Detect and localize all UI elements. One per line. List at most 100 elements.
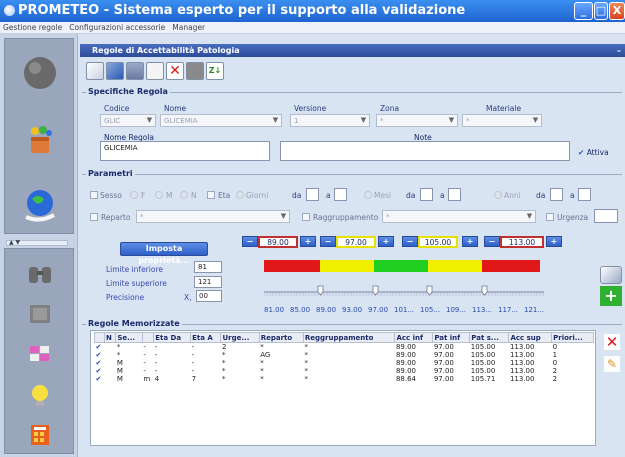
column-header[interactable]: Pat inf	[432, 332, 471, 343]
menu-manager[interactable]: Manager	[169, 22, 209, 32]
column-header[interactable]	[141, 332, 155, 343]
minimize-button[interactable]: _	[574, 2, 593, 20]
giorni-a-input[interactable]	[334, 188, 347, 201]
precisione-input[interactable]: 00	[196, 290, 222, 302]
anni-radio[interactable]	[494, 191, 502, 199]
table-cell: *	[260, 367, 264, 375]
maximize-button[interactable]: □	[594, 2, 608, 20]
table-row[interactable]: ✔ * - - -2 * * 89.00 97.00 105.00 113.00 0	[95, 343, 594, 351]
column-header[interactable]: Reggruppamento	[302, 332, 396, 343]
zona-select[interactable]: * ▼	[376, 114, 458, 127]
urgenza-input[interactable]	[594, 209, 618, 223]
nav-separator[interactable]: ▲ ▼	[6, 240, 68, 246]
imposta-proprieta-button[interactable]: Imposta proprietà...	[120, 242, 208, 265]
threshold3-plus[interactable]: +	[462, 236, 478, 247]
sesso-n-radio[interactable]	[180, 191, 188, 199]
row-checkbox[interactable]: ✔	[95, 343, 105, 351]
table-cell: 113.00	[509, 343, 535, 351]
people-folder-icon[interactable]	[5, 123, 75, 159]
table-icon[interactable]	[126, 62, 144, 80]
mesi-da-input[interactable]	[420, 188, 433, 201]
lightbulb-icon[interactable]	[5, 383, 75, 411]
specifiche-title: Specifiche Regola	[86, 87, 170, 96]
document-icon[interactable]	[146, 62, 164, 80]
threshold4-plus[interactable]: +	[546, 236, 562, 247]
sesso-m-radio[interactable]	[155, 191, 163, 199]
threshold3-minus[interactable]: −	[402, 236, 418, 247]
threshold4-minus[interactable]: −	[484, 236, 500, 247]
close-button[interactable]: X	[609, 2, 625, 20]
versione-select[interactable]: 1 ▼	[290, 114, 370, 127]
limite-superiore-input[interactable]: 121	[194, 276, 222, 288]
threshold-slider[interactable]	[264, 284, 544, 298]
column-header[interactable]: Eta Da	[153, 332, 192, 343]
threshold1-minus[interactable]: −	[242, 236, 258, 247]
raggruppamento-select[interactable]: * ▼	[382, 210, 536, 223]
edit-rule-icon[interactable]: ✎	[604, 356, 620, 372]
sesso-checkbox[interactable]	[90, 191, 98, 199]
row-checkbox[interactable]: ✔	[95, 351, 105, 359]
column-header[interactable]: N	[103, 332, 117, 343]
sesso-f-radio[interactable]	[130, 191, 138, 199]
table-cell: *	[260, 359, 264, 367]
column-header[interactable]: Se...	[115, 332, 143, 343]
attiva-checkbox[interactable]: ✔ Attiva	[578, 148, 609, 157]
book-icon[interactable]	[186, 62, 204, 80]
threshold1-value[interactable]: 89.00	[258, 236, 298, 248]
column-header[interactable]: Priori...	[551, 332, 594, 343]
column-header[interactable]: Eta A	[190, 332, 222, 343]
menu-gestione-regole[interactable]: Gestione regole	[0, 22, 66, 32]
codice-select[interactable]: GLIC ▼	[100, 114, 156, 127]
binoculars-icon[interactable]	[5, 263, 75, 287]
mesi-radio[interactable]	[364, 191, 372, 199]
add-icon[interactable]: +	[600, 286, 622, 306]
urgenza-checkbox[interactable]	[546, 213, 554, 221]
giorni-radio[interactable]	[236, 191, 244, 199]
eta-checkbox[interactable]	[207, 191, 215, 199]
delete-icon[interactable]: ✕	[166, 62, 184, 80]
table-row[interactable]: ✔ Mm 4 7 * * * 88.64 97.00 105.71 113.00 2	[95, 375, 594, 383]
mesi-a-input[interactable]	[448, 188, 461, 201]
check-edit-icon[interactable]	[106, 62, 124, 80]
threshold2-value[interactable]: 97.00	[336, 236, 376, 248]
table-row[interactable]: ✔ * - - - * AG * 89.00 97.00 105.00 113.00 1	[95, 351, 594, 359]
nome-regola-input[interactable]: GLICEMIA	[100, 141, 270, 161]
column-header[interactable]: Urge...	[220, 332, 260, 343]
column-header[interactable]: Reparto	[258, 332, 304, 343]
eraser-icon[interactable]	[86, 62, 104, 80]
limite-inferiore-input[interactable]: 81	[194, 261, 222, 273]
giorni-da-input[interactable]	[306, 188, 319, 201]
sort-az-icon[interactable]: Z↓	[206, 62, 224, 80]
note-input[interactable]	[280, 141, 570, 161]
raggruppamento-checkbox[interactable]	[302, 213, 310, 221]
threshold2-plus[interactable]: +	[378, 236, 394, 247]
reparto-checkbox[interactable]	[90, 213, 98, 221]
globe-hand-icon[interactable]	[5, 187, 75, 225]
threshold3-value[interactable]: 105.00	[418, 236, 458, 248]
eraser-side-icon[interactable]	[600, 266, 622, 284]
row-checkbox[interactable]: ✔	[95, 359, 105, 367]
anni-da-input[interactable]	[550, 188, 563, 201]
anni-a-input[interactable]	[578, 188, 591, 201]
grid-pink-icon[interactable]	[5, 343, 75, 367]
delete-rule-icon[interactable]: ✕	[604, 334, 620, 350]
column-header[interactable]: Acc sup	[508, 332, 553, 343]
column-header[interactable]: Acc inf	[394, 332, 434, 343]
materiale-select[interactable]: * ▼	[462, 114, 542, 127]
column-header[interactable]: Pat s...	[469, 332, 510, 343]
table-row[interactable]: ✔ M - - - * * * 89.00 97.00 105.00 113.00 2	[95, 367, 594, 375]
settings-box-icon[interactable]	[5, 303, 75, 327]
threshold4-value[interactable]: 113.00	[500, 236, 544, 248]
row-checkbox[interactable]: ✔	[95, 375, 105, 383]
menu-configurazioni[interactable]: Configurazioni accessorie	[66, 22, 169, 32]
table-cell: M	[116, 375, 123, 383]
collapse-icon[interactable]: –	[617, 44, 621, 57]
reparto-select[interactable]: * ▼	[136, 210, 290, 223]
row-checkbox[interactable]: ✔	[95, 367, 105, 375]
threshold1-plus[interactable]: +	[300, 236, 316, 247]
calculator-icon[interactable]	[5, 423, 75, 449]
nome-select[interactable]: GLICEMIA ▼	[160, 114, 282, 127]
table-row[interactable]: ✔ M - - - * * * 89.00 97.00 105.00 113.00 0	[95, 359, 594, 367]
globe-dark-icon[interactable]	[5, 55, 75, 93]
threshold2-minus[interactable]: −	[320, 236, 336, 247]
